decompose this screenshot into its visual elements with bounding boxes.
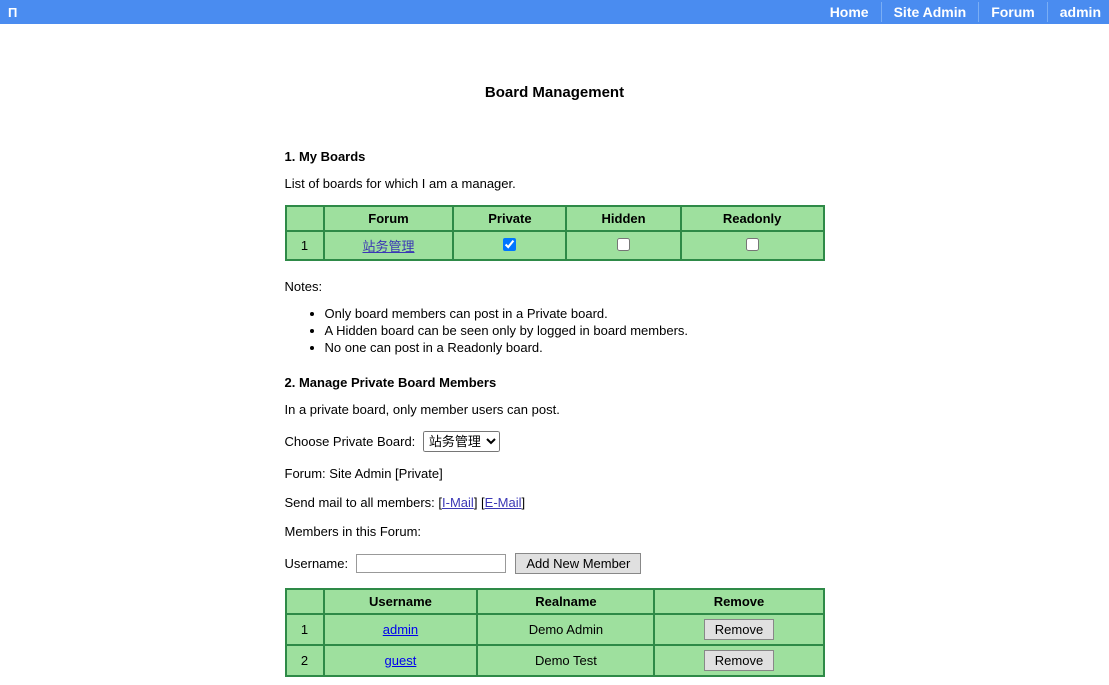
table-row: 1 站务管理 (286, 231, 824, 260)
forum-link[interactable]: 站务管理 (362, 239, 414, 254)
nav-home[interactable]: Home (818, 2, 882, 22)
boards-table: Forum Private Hidden Readonly 1 站务管理 (285, 205, 825, 261)
section1-description: List of boards for which I am a manager. (285, 176, 825, 191)
note-item: Only board members can post in a Private… (325, 306, 825, 323)
row-realname: Demo Admin (477, 614, 654, 645)
mail-line: Send mail to all members: [I-Mail] [E-Ma… (285, 495, 825, 510)
row-remove: Remove (654, 645, 823, 676)
section2-title: 2. Manage Private Board Members (285, 375, 825, 390)
row-remove: Remove (654, 614, 823, 645)
add-member-row: Username: Add New Member (285, 553, 825, 574)
choose-board-row: Choose Private Board: 站务管理 (285, 431, 825, 452)
boards-header-readonly: Readonly (681, 206, 824, 231)
members-header-num (286, 589, 324, 614)
row-num: 1 (286, 231, 324, 260)
notes-list: Only board members can post in a Private… (325, 306, 825, 357)
section1-title: 1. My Boards (285, 149, 825, 164)
row-hidden (566, 231, 680, 260)
email-link[interactable]: E-Mail (485, 495, 522, 510)
username-label: Username: (285, 556, 349, 571)
members-table: Username Realname Remove 1 admin Demo Ad… (285, 588, 825, 677)
nav-forum[interactable]: Forum (979, 2, 1048, 22)
members-header-username: Username (324, 589, 478, 614)
forum-info: Forum: Site Admin [Private] (285, 466, 825, 481)
username-link[interactable]: guest (385, 653, 417, 668)
boards-header-hidden: Hidden (566, 206, 680, 231)
nav-site-admin[interactable]: Site Admin (882, 2, 980, 22)
members-label: Members in this Forum: (285, 524, 825, 539)
section2-description: In a private board, only member users ca… (285, 402, 825, 417)
table-row: 2 guest Demo Test Remove (286, 645, 824, 676)
navbar: П Home Site Admin Forum admin (0, 0, 1109, 24)
note-item: No one can post in a Readonly board. (325, 340, 825, 357)
choose-board-select[interactable]: 站务管理 (423, 431, 500, 452)
add-member-button[interactable]: Add New Member (515, 553, 641, 574)
boards-header-forum: Forum (324, 206, 454, 231)
username-input[interactable] (356, 554, 506, 573)
mail-label: Send mail to all members: (285, 495, 439, 510)
row-readonly (681, 231, 824, 260)
page-title: Board Management (285, 84, 825, 101)
row-private (453, 231, 566, 260)
private-checkbox[interactable] (503, 238, 516, 251)
members-header-remove: Remove (654, 589, 823, 614)
boards-header-num (286, 206, 324, 231)
row-forum: 站务管理 (324, 231, 454, 260)
table-row: 1 admin Demo Admin Remove (286, 614, 824, 645)
row-num: 1 (286, 614, 324, 645)
username-link[interactable]: admin (383, 622, 418, 637)
row-num: 2 (286, 645, 324, 676)
navbar-brand: П (8, 5, 17, 20)
imail-link[interactable]: I-Mail (442, 495, 474, 510)
row-realname: Demo Test (477, 645, 654, 676)
nav-admin[interactable]: admin (1048, 2, 1101, 22)
remove-button[interactable]: Remove (704, 650, 774, 671)
row-username: guest (324, 645, 478, 676)
choose-board-label: Choose Private Board: (285, 434, 416, 449)
readonly-checkbox[interactable] (746, 238, 759, 251)
remove-button[interactable]: Remove (704, 619, 774, 640)
boards-header-private: Private (453, 206, 566, 231)
notes-label: Notes: (285, 279, 825, 294)
navbar-links: Home Site Admin Forum admin (818, 2, 1101, 22)
row-username: admin (324, 614, 478, 645)
hidden-checkbox[interactable] (617, 238, 630, 251)
note-item: A Hidden board can be seen only by logge… (325, 323, 825, 340)
members-header-realname: Realname (477, 589, 654, 614)
